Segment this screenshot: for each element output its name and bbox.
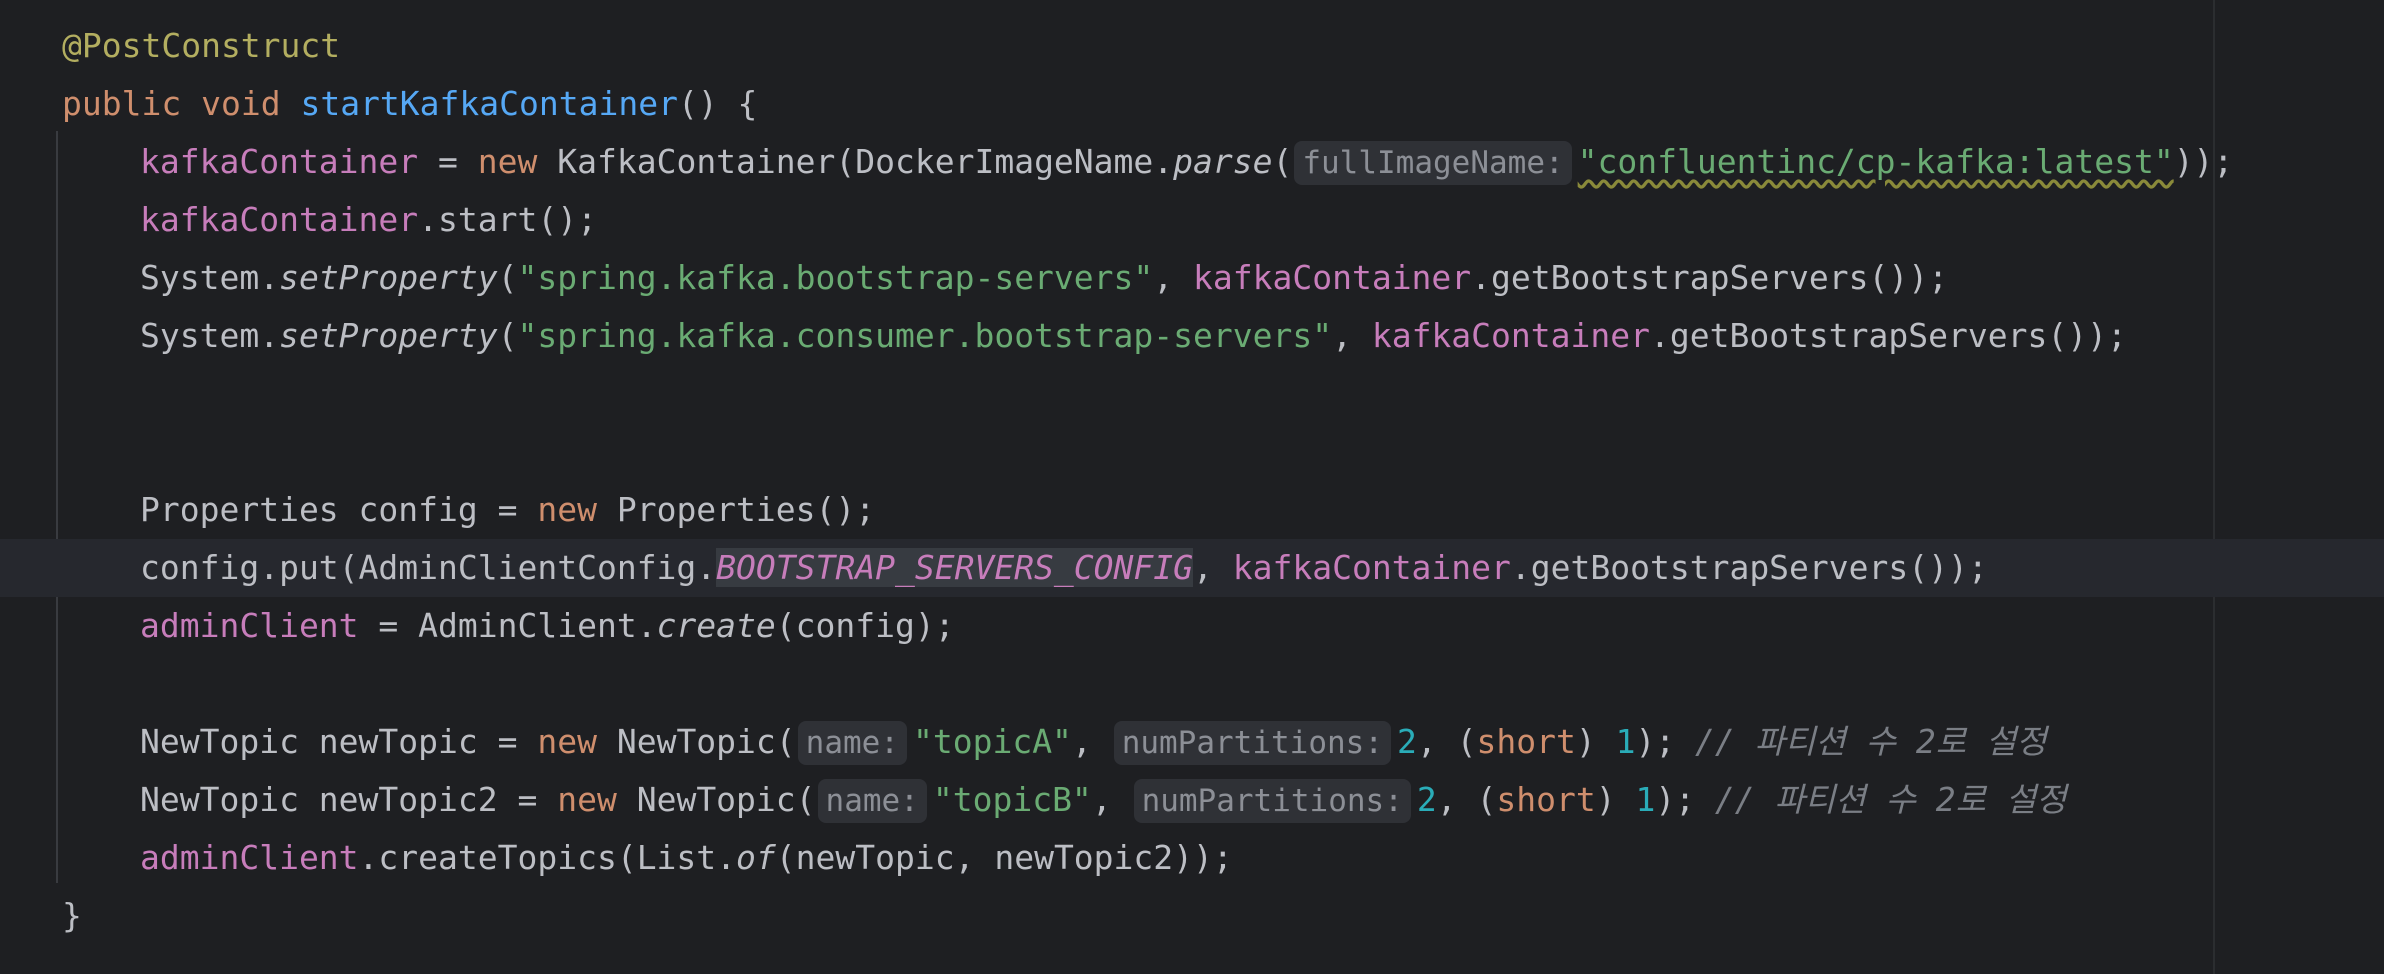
keyword-short: short (1476, 722, 1576, 761)
string-topic-b: "topicB" (932, 780, 1092, 819)
code-line-3[interactable]: kafkaContainer = new KafkaContainer(Dock… (0, 133, 2384, 191)
admin-client-class: = AdminClient. (358, 606, 657, 645)
statement-end: ); (1635, 722, 1696, 761)
code-line-14[interactable]: adminClient.createTopics(List.of(newTopi… (0, 829, 2384, 887)
string-bootstrap-servers: "spring.kafka.bootstrap-servers" (517, 258, 1154, 297)
paren-open: ( (497, 316, 518, 355)
number-replication: 1 (1635, 780, 1656, 819)
param-hint-name: name: (817, 779, 927, 823)
method-name: startKafkaContainer (300, 84, 678, 123)
code-line-9-current[interactable]: config.put(AdminClientConfig.BOOTSTRAP_S… (0, 539, 2384, 597)
field-kafka-container: kafkaContainer (1232, 548, 1511, 587)
comma: , (1332, 316, 1372, 355)
param-hint-full-image-name: fullImageName: (1294, 141, 1572, 185)
keyword-new: new (557, 780, 617, 819)
newtopic-ctor: NewTopic( (596, 722, 796, 761)
field-kafka-container: kafkaContainer (1193, 258, 1472, 297)
system-class: System. (140, 316, 280, 355)
cast-close: ) (1575, 722, 1616, 761)
code-line-2[interactable]: public void startKafkaContainer() { (0, 75, 2384, 133)
code-line-8[interactable]: Properties config = new Properties(); (0, 481, 2384, 539)
keyword-short: short (1496, 780, 1596, 819)
method-set-property: setProperty (279, 316, 498, 355)
method-open: () { (677, 84, 758, 123)
constant-bootstrap-servers-config: BOOTSTRAP_SERVERS_CONFIG (716, 548, 1193, 587)
number-partitions: 2 (1396, 722, 1417, 761)
comma: , (1091, 780, 1132, 819)
paren-close: )); (2173, 142, 2234, 181)
start-call: .start(); (418, 200, 597, 239)
field-kafka-container: kafkaContainer (140, 142, 419, 181)
keyword-public: public (62, 84, 182, 123)
config-put: config.put(AdminClientConfig. (140, 548, 717, 587)
newtopic-ctor: NewTopic( (616, 780, 816, 819)
annotation: @PostConstruct (62, 26, 341, 65)
close-brace: } (62, 896, 82, 935)
code-editor[interactable]: @PostConstruct public void startKafkaCon… (0, 0, 2384, 974)
constructor-call: KafkaContainer(DockerImageName. (537, 142, 1174, 181)
method-parse: parse (1173, 142, 1273, 181)
string-topic-a: "topicA" (912, 722, 1072, 761)
get-bootstrap-servers: .getBootstrapServers()); (1649, 316, 2127, 355)
field-admin-client: adminClient (140, 606, 359, 645)
paren-open: ( (1272, 142, 1293, 181)
cast-open: , ( (1436, 780, 1497, 819)
code-line-10[interactable]: adminClient = AdminClient.create(config)… (0, 597, 2384, 655)
paren-open: ( (497, 258, 518, 297)
comment: // 파티션 수 2로 설정 (1714, 780, 2067, 819)
create-args: (config); (775, 606, 955, 645)
properties-decl: Properties config = (140, 490, 538, 529)
newtopic-decl: NewTopic newTopic = (140, 722, 538, 761)
comma: , (1193, 548, 1233, 587)
method-create: create (656, 606, 776, 645)
cast-close: ) (1595, 780, 1636, 819)
code-line-4[interactable]: kafkaContainer.start(); (0, 191, 2384, 249)
system-class: System. (140, 258, 280, 297)
code-line-1[interactable]: @PostConstruct (0, 17, 2384, 75)
field-admin-client: adminClient (140, 838, 359, 877)
properties-ctor: Properties(); (596, 490, 876, 529)
number-partitions: 2 (1416, 780, 1437, 819)
param-hint-num-partitions: numPartitions: (1133, 779, 1411, 823)
keyword-void: void (201, 84, 281, 123)
keyword-new: new (477, 142, 538, 181)
keyword-new: new (537, 490, 597, 529)
create-topics-args: (newTopic, newTopic2)); (775, 838, 1233, 877)
code-line-12[interactable]: NewTopic newTopic = new NewTopic(name: "t… (0, 713, 2384, 771)
assign: = (418, 142, 478, 181)
code-line-5[interactable]: System.setProperty("spring.kafka.bootstr… (0, 249, 2384, 307)
field-kafka-container: kafkaContainer (1371, 316, 1650, 355)
param-hint-num-partitions: numPartitions: (1113, 721, 1391, 765)
cast-open: , ( (1416, 722, 1477, 761)
field-kafka-container: kafkaContainer (140, 200, 419, 239)
newtopic2-decl: NewTopic newTopic2 = (140, 780, 558, 819)
comma: , (1071, 722, 1112, 761)
method-set-property: setProperty (279, 258, 498, 297)
number-replication: 1 (1615, 722, 1636, 761)
comment: // 파티션 수 2로 설정 (1695, 722, 2047, 761)
get-bootstrap-servers: .getBootstrapServers()); (1510, 548, 1988, 587)
method-of: of (736, 838, 776, 877)
code-line-15[interactable]: } (0, 887, 2384, 945)
get-bootstrap-servers: .getBootstrapServers()); (1471, 258, 1948, 297)
param-hint-name: name: (797, 721, 907, 765)
create-topics-call: .createTopics(List. (358, 838, 737, 877)
string-consumer-bootstrap-servers: "spring.kafka.consumer.bootstrap-servers… (517, 316, 1333, 355)
code-line-6[interactable]: System.setProperty("spring.kafka.consume… (0, 307, 2384, 365)
code-line-13[interactable]: NewTopic newTopic2 = new NewTopic(name: "… (0, 771, 2384, 829)
keyword-new: new (537, 722, 597, 761)
string-image-name: "confluentinc/cp-kafka:latest" (1577, 142, 2174, 181)
statement-end: ); (1655, 780, 1715, 819)
comma: , (1153, 258, 1194, 297)
